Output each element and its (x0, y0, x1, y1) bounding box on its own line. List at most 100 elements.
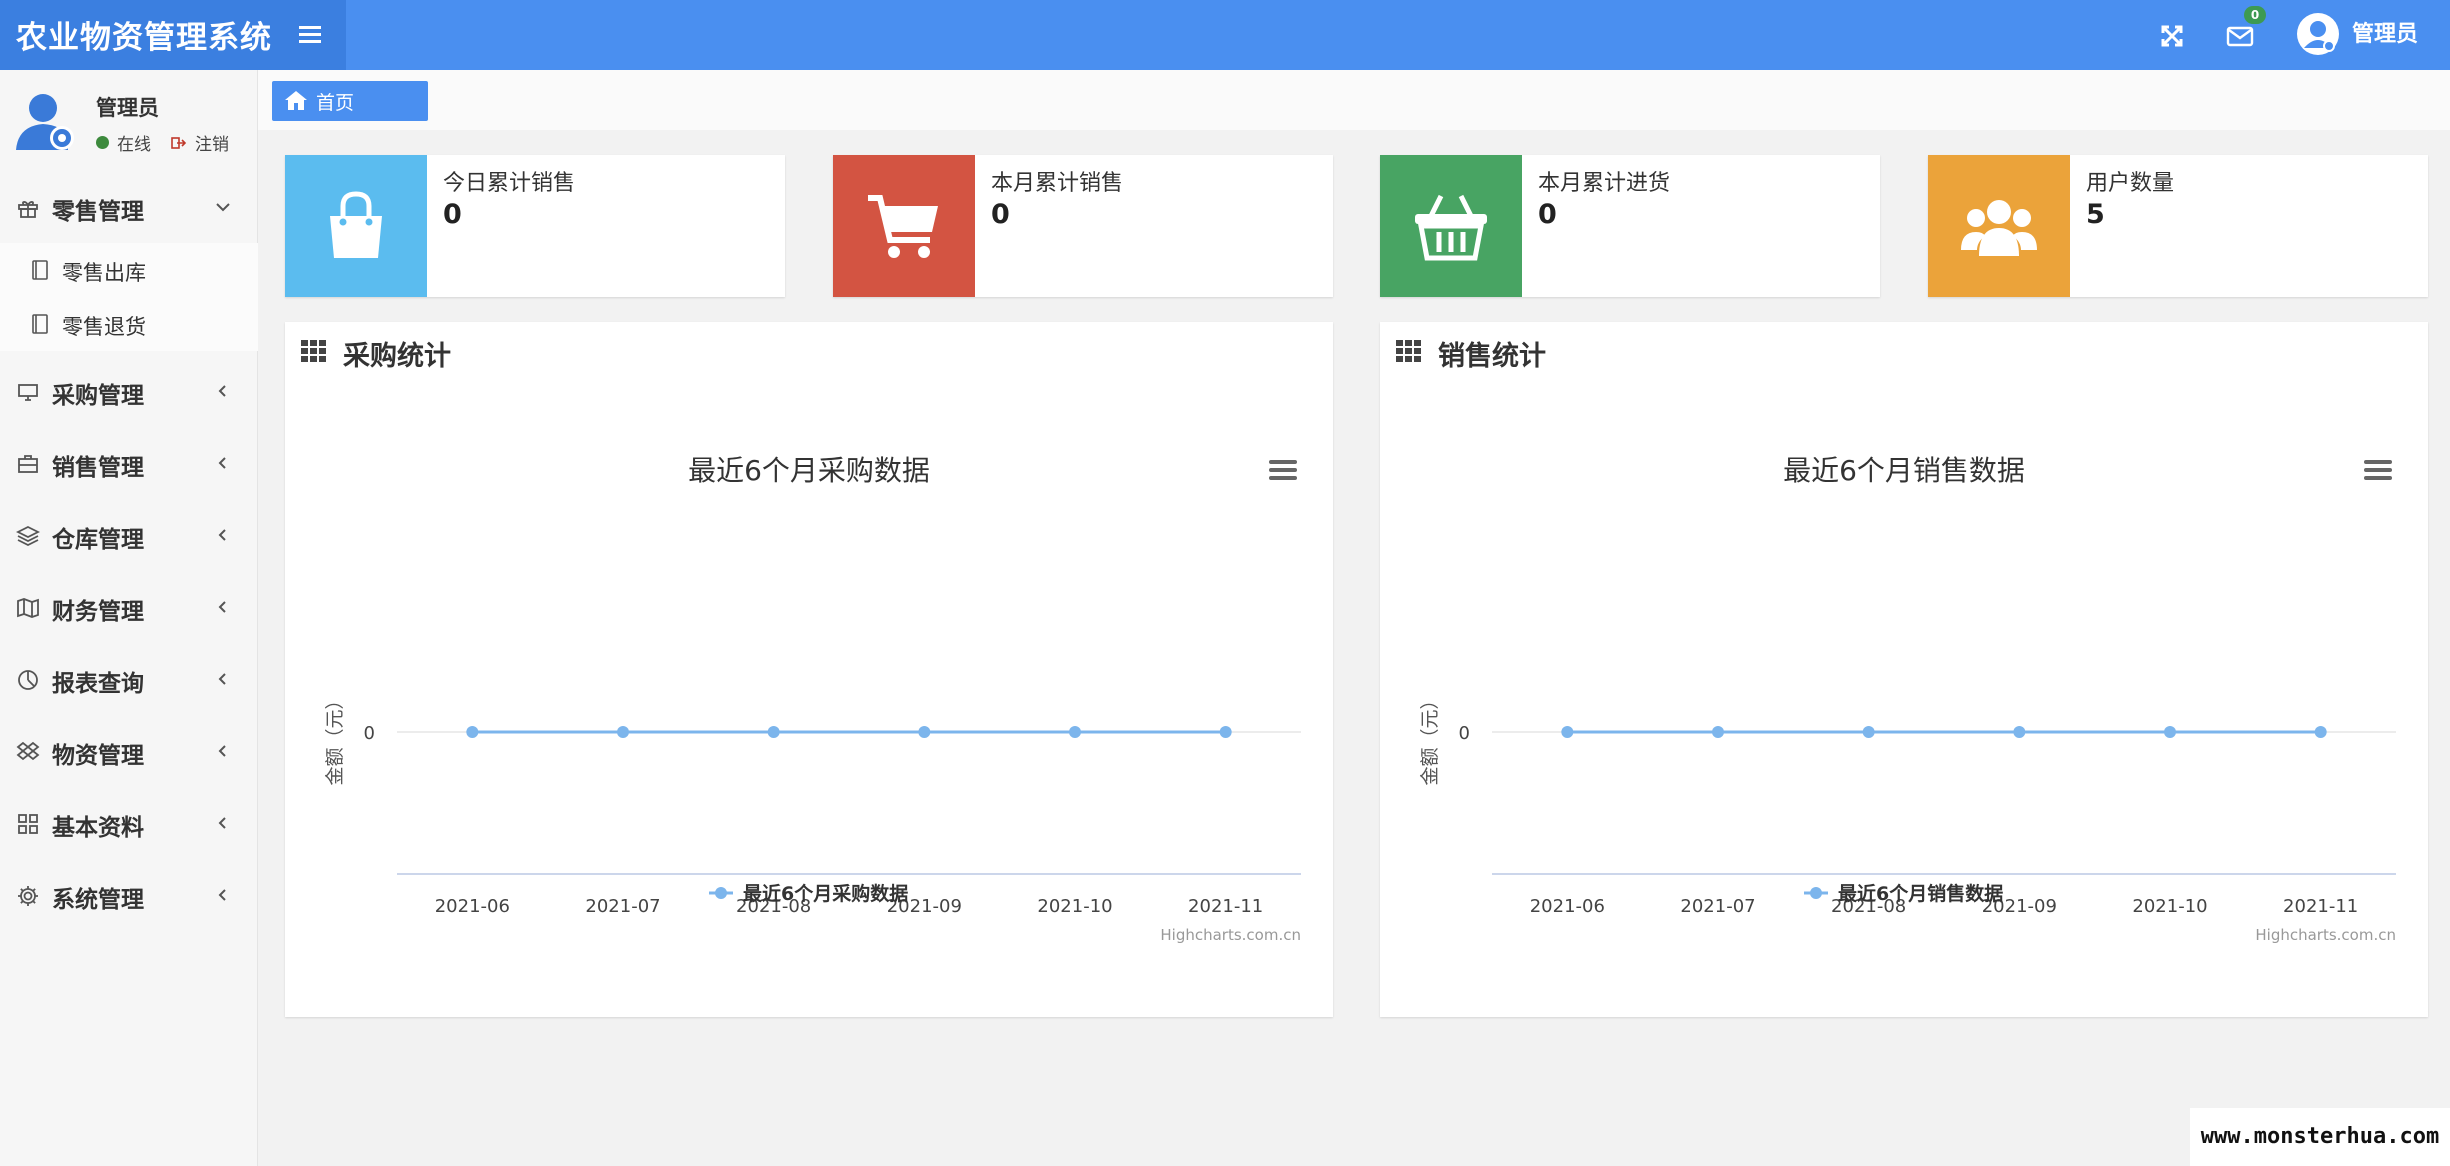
y-axis-label: 金额（元） (324, 690, 346, 785)
x-tick-label: 2021-10 (2132, 896, 2207, 917)
menu-toggle-button[interactable] (296, 20, 326, 50)
legend-label: 最近6个月销售数据 (1838, 882, 2003, 905)
sidebar-avatar (12, 88, 78, 154)
stat-icon-box (833, 155, 975, 297)
sidebar-item-materials[interactable]: 物资管理 (0, 724, 258, 780)
th-grid-icon (301, 340, 326, 362)
data-point (1219, 726, 1232, 738)
purchase-chart: 最近6个月采购数据0金额（元）2021-06 2021-07 2021-08 2021… (324, 454, 1301, 944)
chevron-left-icon (218, 385, 226, 397)
th-grid-icon (1396, 340, 1421, 362)
data-point (1561, 726, 1574, 738)
gear-icon (18, 886, 38, 906)
stat-icon-box (1380, 155, 1522, 297)
user-avatar[interactable] (2296, 12, 2340, 56)
grid-icon (18, 814, 38, 834)
data-point (767, 726, 780, 738)
chevron-left-icon (218, 889, 226, 901)
stat-value: 0 (991, 199, 1010, 230)
sales-stats-panel: 销售统计 最近6个月销售数据 0 金额（元） 2021-06 2021-07 2021-0… (1380, 322, 2428, 1017)
legend-label: 最近6个月采购数据 (743, 882, 908, 905)
dropbox-icon (16, 741, 40, 761)
book-icon (32, 260, 48, 280)
chevron-left-icon (218, 529, 226, 541)
data-point (617, 726, 629, 738)
layers-icon (16, 525, 40, 547)
sidebar: 管理员 在线 注销 零售管理 零售出库 零售退货 采购管理 销售管理 仓库管理 … (0, 70, 258, 1166)
stat-today-sales: 今日累计销售 0 (285, 155, 785, 297)
shopping-cart-icon (868, 195, 938, 258)
legend-marker (1810, 887, 1822, 899)
sidebar-subitem-retail-out[interactable]: 零售出库 (0, 243, 258, 297)
book-icon (32, 314, 48, 334)
x-tick-label: 2021-06 (1530, 896, 1605, 917)
data-point (2314, 726, 2327, 738)
x-tick-label: 2021-07 (585, 896, 660, 917)
chevron-left-icon (218, 817, 226, 829)
sidebar-user-name: 管理员 (96, 96, 159, 120)
sidebar-subitem-retail-return[interactable]: 零售退货 (0, 297, 258, 351)
expand-icon[interactable] (2152, 16, 2192, 56)
chart-menu-bar (1269, 476, 1297, 480)
chart-menu-bar (2364, 476, 2392, 480)
chart-menu-bar (2364, 468, 2392, 472)
stat-user-count: 用户数量 5 (1928, 155, 2428, 297)
data-point (2164, 726, 2176, 738)
data-point (466, 726, 479, 738)
logout-icon[interactable] (171, 135, 187, 151)
breadcrumb-home[interactable]: 首页 (272, 81, 428, 121)
chevron-left-icon (218, 673, 226, 685)
monitor-icon (18, 384, 38, 401)
chart-credits: Highcharts.com.cn (1160, 926, 1301, 944)
x-tick-label: 2021-11 (2283, 896, 2358, 917)
breadcrumb-bar (258, 70, 2450, 130)
stat-label: 本月累计销售 (991, 171, 1124, 196)
stat-label: 今日累计销售 (443, 171, 576, 196)
chevron-left-icon (218, 457, 226, 469)
basket-icon (1415, 194, 1487, 261)
data-point (1712, 726, 1724, 738)
header-user-name[interactable]: 管理员 (2352, 16, 2418, 48)
sidebar-item-reports[interactable]: 报表查询 (0, 652, 258, 708)
stat-value: 5 (2086, 199, 2105, 230)
chart-title: 最近6个月采购数据 (688, 454, 930, 487)
chart-menu-bar (2364, 460, 2392, 464)
chart-credits: Highcharts.com.cn (2255, 926, 2396, 944)
chart-title: 最近6个月销售数据 (1783, 454, 2025, 487)
sidebar-item-retail[interactable]: 零售管理 (0, 180, 258, 236)
y-tick-label: 0 (364, 723, 375, 744)
briefcase-icon (18, 455, 38, 473)
y-tick-label: 0 (1459, 723, 1470, 744)
sidebar-item-purchase[interactable]: 采购管理 (0, 364, 258, 420)
stat-month-purchase: 本月累计进货 0 (1380, 155, 1880, 297)
y-axis-label: 金额（元） (1419, 690, 1441, 785)
sidebar-user-status: 在线 注销 (96, 130, 229, 155)
chart-menu-icon[interactable] (1269, 460, 1297, 480)
chart-pie-icon (18, 670, 38, 690)
sidebar-item-finance[interactable]: 财务管理 (0, 580, 258, 636)
stat-value: 0 (443, 199, 462, 230)
data-point (918, 726, 931, 738)
sidebar-item-basic-data[interactable]: 基本资料 (0, 796, 258, 852)
chevron-left-icon (218, 745, 226, 757)
purchase-stats-panel: 采购统计 最近6个月采购数据 0 金额（元） 2021-06 2021-07 2021-0… (285, 322, 1333, 1017)
sales-chart: 最近6个月销售数据0金额（元）2021-06 2021-07 2021-08 2021… (1419, 454, 2396, 944)
chart-menu-icon[interactable] (2364, 460, 2392, 480)
message-count-badge: 0 (2244, 6, 2266, 24)
chart-menu-bar (1269, 468, 1297, 472)
sidebar-item-warehouse[interactable]: 仓库管理 (0, 508, 258, 564)
chevron-left-icon (218, 601, 226, 613)
x-tick-label: 2021-06 (435, 896, 510, 917)
map-icon (17, 598, 39, 618)
brand-area: 农业物资管理系统 (0, 0, 346, 70)
users-icon (1961, 200, 2037, 256)
x-tick-label: 2021-10 (1037, 896, 1112, 917)
stat-label: 用户数量 (2086, 171, 2175, 196)
sidebar-item-system[interactable]: 系统管理 (0, 868, 258, 924)
panel-title: 采购统计 (343, 341, 451, 372)
chevron-down-icon (216, 203, 230, 212)
home-icon (285, 91, 307, 110)
sidebar-item-sales[interactable]: 销售管理 (0, 436, 258, 492)
panel-title: 销售统计 (1438, 341, 1546, 372)
logout-link[interactable]: 注销 (195, 130, 229, 155)
